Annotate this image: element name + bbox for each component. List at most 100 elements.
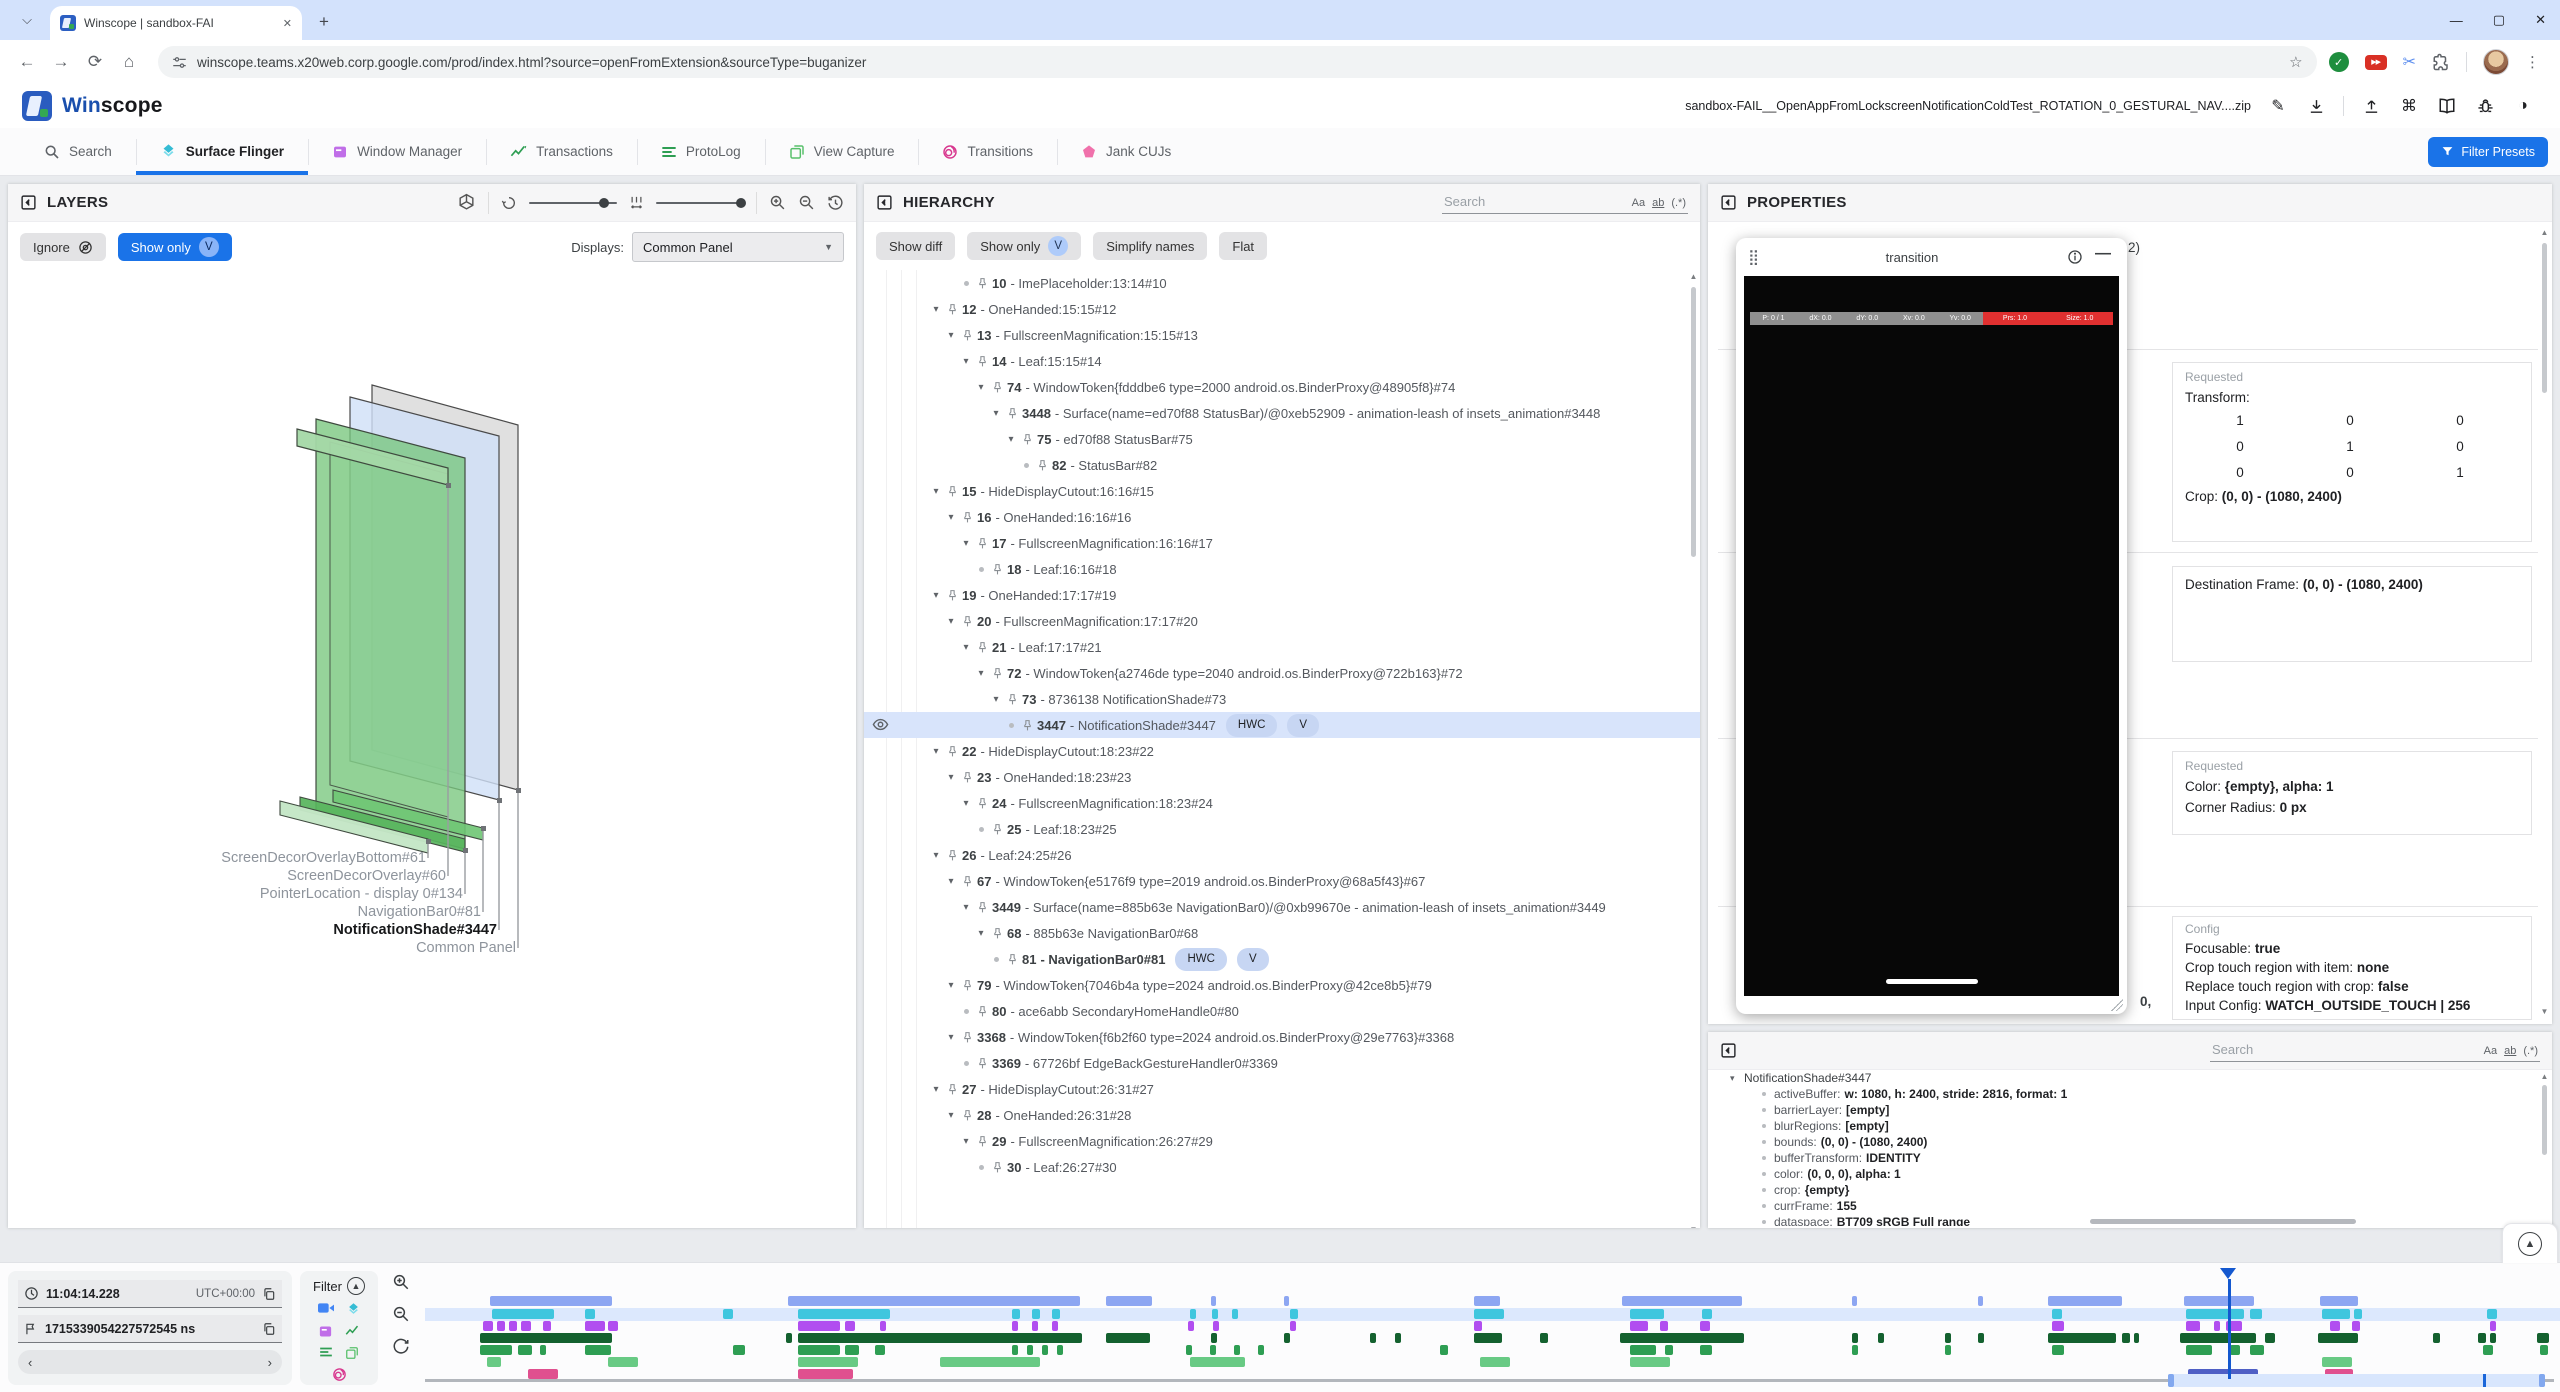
expand-arrow-icon[interactable]: ▾ — [988, 691, 1004, 708]
timeline-segment-window-manager[interactable] — [1213, 1321, 1219, 1331]
pin-icon[interactable] — [989, 823, 1005, 836]
tab-jank-cujs[interactable]: Jank CUJs — [1057, 128, 1195, 175]
tab-search[interactable]: Search — [20, 128, 136, 175]
site-settings-icon[interactable] — [172, 55, 187, 70]
extension-video-icon[interactable]: ▶▶ — [2365, 55, 2387, 70]
download-icon[interactable] — [2305, 95, 2327, 117]
hierarchy-node-3449[interactable]: ▾3449- Surface(name=885b63e NavigationBa… — [864, 894, 1700, 920]
timeline-segment-view-capture[interactable] — [487, 1357, 501, 1367]
expand-arrow-icon[interactable]: ▾ — [958, 795, 974, 812]
timeline-segment-surface-flinger[interactable] — [1630, 1309, 1664, 1319]
layer-label[interactable]: NavigationBar0#81 — [358, 904, 481, 920]
timeline-segment-screen-recording[interactable] — [788, 1296, 1080, 1306]
pin-icon[interactable] — [944, 303, 960, 316]
timeline-segment-surface-flinger[interactable] — [2322, 1309, 2350, 1319]
timeline-segment-window-manager[interactable] — [1660, 1321, 1668, 1331]
expand-arrow-icon[interactable]: ▾ — [958, 535, 974, 552]
timeline-segment-jank-cujs[interactable] — [528, 1369, 558, 1379]
show-diff-chip[interactable]: Show diff — [876, 232, 955, 260]
hierarchy-node-25[interactable]: 25- Leaf:18:23#25 — [864, 816, 1700, 842]
pin-icon[interactable] — [1019, 719, 1035, 732]
timeline-segment-transactions[interactable] — [2048, 1333, 2116, 1343]
scroll-up-icon[interactable]: ▲ — [2541, 228, 2549, 237]
pin-icon[interactable] — [974, 277, 990, 290]
expand-arrow-icon[interactable]: ▾ — [1003, 431, 1019, 448]
layer-label[interactable]: PointerLocation - display 0#134 — [260, 886, 463, 902]
timeline-segment-surface-flinger[interactable] — [492, 1309, 554, 1319]
hierarchy-node-3448[interactable]: ▾3448- Surface(name=ed70f88 StatusBar)/@… — [864, 400, 1700, 426]
copy-icon[interactable] — [262, 1322, 276, 1336]
pin-icon[interactable] — [974, 355, 990, 368]
hierarchy-node-74[interactable]: ▾74- WindowToken{fdddbe6 type=2000 andro… — [864, 374, 1700, 400]
window-right-handle[interactable] — [2539, 1374, 2545, 1387]
timeline-segment-window-manager[interactable] — [1474, 1321, 1482, 1331]
timeline-segment-protolog[interactable] — [585, 1345, 611, 1355]
show-only-chip[interactable]: Show only V — [967, 232, 1081, 260]
pin-icon[interactable] — [974, 901, 990, 914]
tab-transactions[interactable]: Transactions — [486, 128, 637, 175]
timeline-segment-transactions[interactable] — [2433, 1333, 2440, 1343]
match-word-icon[interactable]: ab — [2504, 1045, 2516, 1057]
timeline-segment-protolog[interactable] — [1027, 1345, 1033, 1355]
hierarchy-node-67[interactable]: ▾67- WindowToken{e5176f9 type=2019 andro… — [864, 868, 1700, 894]
property-row[interactable]: barrierLayer:[empty] — [1708, 1102, 2552, 1118]
pin-icon[interactable] — [959, 771, 975, 784]
hierarchy-node-82[interactable]: 82- StatusBar#82 — [864, 452, 1700, 478]
timeline-segment-protolog[interactable] — [2186, 1345, 2212, 1355]
regex-icon[interactable]: (.*) — [2523, 1045, 2538, 1057]
timeline-segment-protolog[interactable] — [518, 1345, 532, 1355]
timeline-segment-transactions[interactable] — [2134, 1333, 2139, 1343]
expand-arrow-icon[interactable]: ▾ — [973, 665, 989, 682]
extensions-puzzle-icon[interactable] — [2432, 53, 2450, 71]
timeline-segment-transactions[interactable] — [1540, 1333, 1548, 1343]
timeline-segment-protolog[interactable] — [1630, 1345, 1656, 1355]
layers-3d-canvas[interactable]: ScreenDecorOverlayBottom#61 ScreenDecorO… — [8, 272, 856, 1228]
timeline-segment-protolog[interactable] — [1258, 1345, 1264, 1355]
timeline-segment-transactions[interactable] — [1395, 1333, 1401, 1343]
rotation-slider[interactable] — [529, 202, 617, 204]
layer-label[interactable]: Common Panel — [416, 940, 516, 956]
timeline-segment-window-manager[interactable] — [1012, 1321, 1018, 1331]
timeline-segment-surface-flinger[interactable] — [2354, 1309, 2362, 1319]
timeline-segment-jank-cujs[interactable] — [798, 1369, 853, 1379]
window-restore-button[interactable]: ▢ — [2493, 12, 2505, 28]
timeline-segment-surface-flinger[interactable] — [723, 1309, 733, 1319]
forward-icon[interactable]: → — [44, 45, 78, 79]
timeline-segment-transactions[interactable] — [1370, 1333, 1376, 1343]
hierarchy-node-16[interactable]: ▾16- OneHanded:16:16#16 — [864, 504, 1700, 530]
hierarchy-node-10[interactable]: 10- ImePlaceholder:13:14#10 — [864, 270, 1700, 296]
pin-icon[interactable] — [1019, 433, 1035, 446]
rotation-icon[interactable] — [501, 195, 517, 211]
timeline-segment-protolog[interactable] — [1042, 1345, 1048, 1355]
expand-arrow-icon[interactable]: ▾ — [928, 483, 944, 500]
transactions-icon[interactable] — [345, 1324, 360, 1337]
timeline-segment-window-manager[interactable] — [2214, 1321, 2220, 1331]
hierarchy-node-30[interactable]: 30- Leaf:26:27#30 — [864, 1154, 1700, 1180]
hierarchy-node-19[interactable]: ▾19- OneHanded:17:17#19 — [864, 582, 1700, 608]
profile-avatar[interactable] — [2483, 49, 2509, 75]
collapse-panel-icon[interactable] — [1720, 194, 1737, 211]
tab-protolog[interactable]: ProtoLog — [637, 128, 765, 175]
reload-icon[interactable]: ⟳ — [78, 45, 112, 79]
timeline-segment-surface-flinger[interactable] — [1012, 1309, 1020, 1319]
timeline-segment-transactions[interactable] — [2490, 1333, 2496, 1343]
tab-window-manager[interactable]: Window Manager — [308, 128, 486, 175]
property-row[interactable]: blurRegions:[empty] — [1708, 1118, 2552, 1134]
expand-arrow-icon[interactable]: ▾ — [973, 379, 989, 396]
next-entry-icon[interactable]: › — [268, 1355, 272, 1370]
timeline-segment-window-manager[interactable] — [2352, 1321, 2360, 1331]
timeline-cursor-marker[interactable] — [2220, 1268, 2236, 1279]
expand-arrow-icon[interactable]: ▾ — [928, 743, 944, 760]
timeline-segment-surface-flinger[interactable] — [585, 1309, 595, 1319]
pin-icon[interactable] — [974, 797, 990, 810]
timeline-segment-surface-flinger[interactable] — [2250, 1309, 2262, 1319]
expand-arrow-icon[interactable]: ▾ — [958, 353, 974, 370]
layer-label[interactable]: ScreenDecorOverlay#60 — [287, 868, 446, 884]
timeline-segment-screen-recording[interactable] — [1852, 1296, 1857, 1306]
expand-arrow-icon[interactable]: ▾ — [928, 847, 944, 864]
hierarchy-node-73[interactable]: ▾73- 8736138 NotificationShade#73 — [864, 686, 1700, 712]
pin-icon[interactable] — [944, 745, 960, 758]
spacing-icon[interactable] — [629, 195, 644, 210]
timeline-segment-window-manager[interactable] — [2052, 1321, 2064, 1331]
timeline-segment-surface-flinger[interactable] — [2052, 1309, 2062, 1319]
